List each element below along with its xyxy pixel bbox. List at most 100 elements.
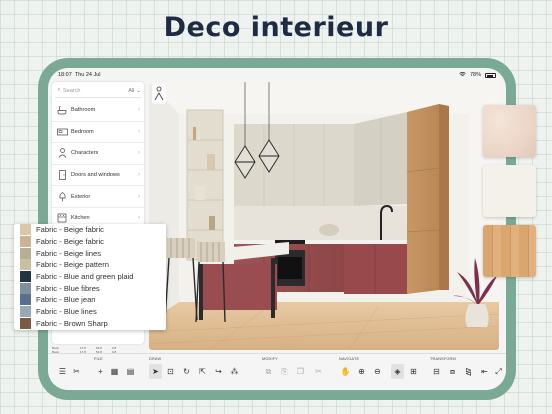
- fabric-item[interactable]: Fabric - Blue jean: [14, 294, 166, 306]
- align-icon[interactable]: ⧈: [446, 364, 459, 379]
- duplicate-icon[interactable]: ❐: [294, 364, 307, 379]
- fit-view-icon[interactable]: ⊞: [407, 364, 420, 379]
- fabric-swatch: [20, 247, 31, 259]
- fabric-swatch: [20, 306, 31, 318]
- chevron-right-icon: ›: [138, 193, 140, 200]
- category-item[interactable]: Bathroom ›: [52, 100, 144, 122]
- group-label-navigate: NAVIGATE: [339, 357, 360, 361]
- chevron-right-icon: ›: [138, 128, 140, 135]
- category-item[interactable]: Bedroom ›: [52, 122, 144, 144]
- zoom-out-icon[interactable]: ⊖: [371, 364, 384, 379]
- layers-icon[interactable]: ◈: [391, 364, 404, 379]
- bed-icon: [56, 126, 68, 138]
- fabric-label: Fabric - Blue fibres: [36, 283, 100, 293]
- fabric-label: Fabric - Blue lines: [36, 307, 97, 317]
- chevron-right-icon: ›: [138, 107, 140, 114]
- category-label: Exterior: [71, 193, 91, 200]
- fabric-item[interactable]: Fabric - Beige pattern: [14, 259, 166, 271]
- cut-icon[interactable]: ✂: [312, 364, 325, 379]
- expand-icon[interactable]: ⤢: [492, 364, 505, 379]
- copy-icon[interactable]: ⧉: [262, 364, 275, 379]
- 3d-view[interactable]: [149, 82, 499, 350]
- chevron-right-icon: ›: [138, 150, 140, 157]
- material-swatch-3[interactable]: [483, 225, 536, 277]
- fabric-item[interactable]: Fabric - Blue lines: [14, 306, 166, 318]
- door-icon: [56, 169, 68, 181]
- fabric-swatch: [20, 236, 31, 248]
- select-arrow-icon[interactable]: ➤: [149, 364, 162, 379]
- undo-icon[interactable]: ⇤: [478, 364, 491, 379]
- fabric-swatch: [20, 317, 31, 329]
- mirror-icon[interactable]: ⧎: [462, 364, 475, 379]
- fabric-item[interactable]: Fabric - Beige fabric: [14, 224, 166, 236]
- fabric-label: Fabric - Beige pattern: [36, 260, 110, 270]
- status-bar: 18:07 Thu 24 Jul 78%: [48, 68, 506, 82]
- measure-icon[interactable]: ⇱: [196, 364, 209, 379]
- redo-icon[interactable]: ↪: [212, 364, 225, 379]
- fabric-list-panel: Fabric - Beige fabric Fabric - Beige fabr…: [14, 224, 166, 330]
- category-item[interactable]: Exterior ›: [52, 186, 144, 208]
- chevron-right-icon: ›: [138, 215, 140, 222]
- chevron-down-icon: ⌄: [136, 87, 141, 94]
- fabric-label: Fabric - Beige fabric: [36, 237, 104, 247]
- chevron-right-icon: ›: [138, 172, 140, 179]
- tools-icon[interactable]: ✂: [70, 364, 83, 379]
- person-icon: [56, 147, 68, 159]
- fabric-swatch: [20, 294, 31, 306]
- fabric-item[interactable]: Fabric - Beige lines: [14, 247, 166, 259]
- search-bar[interactable]: ⌕ Search All ⌄: [55, 84, 141, 98]
- category-label: Bedroom: [71, 128, 94, 135]
- fabric-item[interactable]: Fabric - Beige fabric: [14, 236, 166, 248]
- flip-icon[interactable]: ⊟: [430, 364, 443, 379]
- category-list: Bathroom › Bedroom › Characters › Doors and wi…: [52, 100, 144, 230]
- menu-icon[interactable]: ☰: [56, 364, 69, 379]
- group-label-modify: MODIFY: [262, 357, 278, 361]
- category-item[interactable]: Characters ›: [52, 143, 144, 165]
- bathtub-icon: [56, 104, 68, 116]
- category-label: Doors and windows: [71, 172, 120, 179]
- category-item[interactable]: Doors and windows ›: [52, 165, 144, 187]
- fabric-swatch: [20, 259, 31, 271]
- material-swatch-2[interactable]: [483, 165, 536, 217]
- text-icon[interactable]: ⁂: [228, 364, 241, 379]
- battery-percent: 78%: [469, 72, 481, 78]
- group-label-draw: DRAW: [149, 357, 162, 361]
- fabric-item[interactable]: Fabric - Brown Sharp: [14, 317, 166, 330]
- group-label-transform: TRANSFORM: [430, 357, 456, 361]
- fabric-label: Fabric - Brown Sharp: [36, 318, 108, 328]
- pan-hand-icon[interactable]: ✋: [339, 364, 352, 379]
- status-time: 18:07: [58, 72, 72, 78]
- group-label-file: FILE: [94, 357, 103, 361]
- fabric-label: Fabric - Beige lines: [36, 248, 101, 258]
- fabric-label: Fabric - Blue jean: [36, 295, 96, 305]
- add-icon[interactable]: +: [94, 364, 107, 379]
- rotate-icon[interactable]: ↻: [180, 364, 193, 379]
- fabric-item[interactable]: Fabric - Blue and green plaid: [14, 271, 166, 283]
- app-headline: Deco interieur: [163, 12, 389, 43]
- status-date: Thu 24 Jul: [74, 72, 101, 78]
- export-icon[interactable]: ▤: [124, 364, 137, 379]
- draw-room-icon[interactable]: ⊡: [164, 364, 177, 379]
- filter-select[interactable]: All: [128, 88, 134, 94]
- fabric-swatch: [20, 271, 31, 283]
- tree-icon: [56, 191, 68, 203]
- fabric-swatch: [20, 282, 31, 294]
- battery-icon: [485, 72, 496, 78]
- fabric-swatch: [20, 224, 31, 236]
- fabric-label: Fabric - Beige fabric: [36, 225, 104, 235]
- search-input[interactable]: Search: [63, 88, 128, 94]
- camera-view-icon[interactable]: [152, 84, 166, 104]
- category-label: Characters: [71, 150, 99, 157]
- material-swatch-1[interactable]: [483, 105, 536, 157]
- zoom-in-icon[interactable]: ⊕: [355, 364, 368, 379]
- category-label: Bathroom: [71, 107, 96, 114]
- kitchen-render: [149, 82, 499, 350]
- bottom-toolbar: FILE DRAW MODIFY NAVIGATE TRANSFORM ☰ ✂ + ▦…: [48, 353, 506, 390]
- fabric-item[interactable]: Fabric - Blue fibres: [14, 282, 166, 294]
- import-plan-icon[interactable]: ▦: [108, 364, 121, 379]
- fabric-label: Fabric - Blue and green plaid: [36, 272, 134, 282]
- category-label: Kitchen: [71, 215, 90, 222]
- kitchen-icon: [56, 212, 68, 224]
- search-icon: ⌕: [57, 87, 61, 93]
- paste-icon[interactable]: ⎘: [278, 364, 291, 379]
